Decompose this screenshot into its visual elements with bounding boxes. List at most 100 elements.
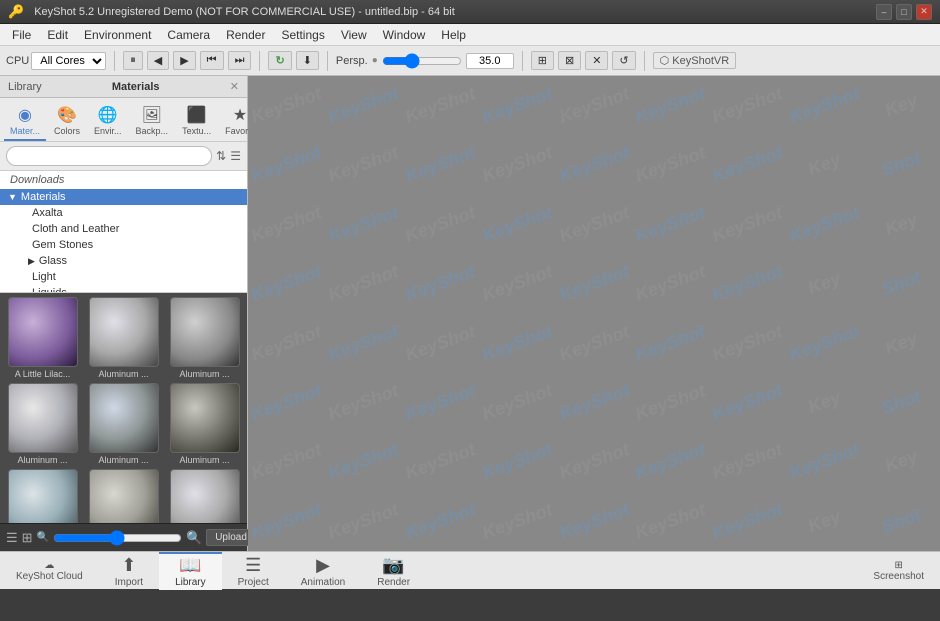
tab-import[interactable]: ⬆ Import (99, 552, 159, 590)
menu-window[interactable]: Window (375, 26, 434, 44)
tree-item-materials[interactable]: ▼ Materials (0, 189, 247, 205)
next-btn[interactable]: ▶ (173, 51, 195, 70)
render-mode-btn[interactable]: ⊞ (531, 51, 554, 70)
thumb-item-0[interactable]: A Little Lilac... (4, 297, 81, 379)
tab-materials[interactable]: ◉ Mater... (4, 102, 46, 141)
menu-help[interactable]: Help (433, 26, 474, 44)
tab-textures[interactable]: ⬛ Textu... (176, 102, 217, 141)
pause-btn[interactable]: ⏸ (123, 51, 143, 70)
expand-arrow: ▼ (8, 192, 17, 202)
wm-1: KeyShot (248, 76, 333, 147)
menu-environment[interactable]: Environment (76, 26, 159, 44)
thumb-item-7[interactable]: Aluminum ... (85, 469, 162, 523)
library-icon: 📖 (179, 555, 201, 576)
menu-bar: File Edit Environment Camera Render Sett… (0, 24, 940, 46)
window-title: KeyShot 5.2 Unregistered Demo (NOT FOR C… (34, 6, 455, 18)
panel-close-btn[interactable]: ✕ (230, 80, 239, 93)
cloud-icon: ☁ (44, 560, 54, 571)
render-refresh-btn[interactable]: ↻ (268, 51, 291, 70)
maximize-button[interactable]: □ (896, 4, 912, 20)
wm-11: KeyShot (317, 124, 410, 206)
thumb-item-8[interactable]: Aluminum ... (166, 469, 243, 523)
minimize-button[interactable]: – (876, 4, 892, 20)
textures-icon: ⬛ (187, 105, 207, 125)
menu-camera[interactable]: Camera (159, 26, 218, 44)
thumb-item-6[interactable]: Aluminum ... (4, 469, 81, 523)
wm-22: KeyShot (471, 183, 564, 265)
zoom-value-input[interactable]: 35.0 (466, 53, 514, 69)
tree-item-liquids[interactable]: Liquids (0, 285, 247, 293)
close-button[interactable]: ✕ (916, 4, 932, 20)
thumb-item-4[interactable]: Aluminum ... (85, 383, 162, 465)
tree-item-gem-stones[interactable]: Gem Stones (0, 237, 247, 253)
list-view-btn[interactable]: ☰ (6, 530, 18, 546)
wm-51: KeyShot (625, 362, 718, 444)
sync-btn[interactable]: ↺ (612, 51, 635, 70)
forward-btn[interactable]: ⏭ (228, 51, 252, 70)
wm-24: KeyShot (625, 183, 718, 265)
tab-colors[interactable]: 🎨 Colors (48, 102, 86, 141)
tab-backplates[interactable]: 🖼 Backp... (130, 102, 175, 141)
search-input[interactable] (6, 146, 212, 166)
thumb-label-3: Aluminum ... (17, 455, 67, 465)
prev-btn[interactable]: ◀ (147, 51, 169, 70)
tab-project[interactable]: ☰ Project (222, 552, 285, 590)
thumb-label-1: Aluminum ... (98, 369, 148, 379)
render-icon: 📷 (382, 555, 404, 576)
rotate-btn[interactable]: ✕ (585, 51, 608, 70)
keyshot-vr-btn[interactable]: ⬡ KeyShotVR (653, 52, 737, 69)
wm-61: KeyShot (701, 421, 794, 503)
tree-item-glass[interactable]: ▶ Glass (0, 253, 247, 269)
wm-23: KeyShot (548, 183, 641, 265)
wm-18: Shot (855, 124, 940, 206)
thumb-item-2[interactable]: Aluminum ... (166, 297, 243, 379)
thumb-grid: A Little Lilac... Aluminum ... Aluminum … (4, 297, 243, 523)
stereo-btn[interactable]: ⊠ (558, 51, 581, 70)
thumb-size-slider[interactable] (53, 530, 182, 546)
tree-item-light[interactable]: Light (0, 269, 247, 285)
render-stop-btn[interactable]: ⬇ (296, 51, 319, 70)
thumb-item-1[interactable]: Aluminum ... (85, 297, 162, 379)
rewind-btn[interactable]: ⏮ (200, 51, 224, 70)
tab-animation[interactable]: ▶ Animation (285, 552, 361, 590)
tree-item-axalta[interactable]: Axalta (0, 205, 247, 221)
wm-7: KeyShot (701, 76, 794, 147)
filter-btn[interactable]: ☰ (230, 149, 241, 163)
wm-72: Shot (855, 480, 940, 551)
tree-item-cloth-leather[interactable]: Cloth and Leather (0, 221, 247, 237)
menu-settings[interactable]: Settings (273, 26, 332, 44)
wm-64: KeyShot (248, 480, 333, 551)
wm-3: KeyShot (394, 76, 487, 147)
wm-58: KeyShot (471, 421, 564, 503)
zoom-slider[interactable] (382, 53, 462, 69)
thumb-img-1 (89, 297, 159, 367)
tab-backplates-label: Backp... (136, 126, 169, 136)
wm-10: KeyShot (248, 124, 333, 206)
tab-render[interactable]: 📷 Render (361, 552, 426, 590)
tab-library[interactable]: 📖 Library (159, 552, 222, 590)
wm-65: KeyShot (317, 480, 410, 551)
thumb-item-5[interactable]: Aluminum ... (166, 383, 243, 465)
tab-library-label: Library (175, 577, 206, 588)
wm-60: KeyShot (625, 421, 718, 503)
tree-label-materials: Materials (21, 191, 66, 203)
tab-keyshot-cloud[interactable]: ☁ KeyShot Cloud (0, 552, 99, 590)
toolbar: CPU All Cores ⏸ ◀ ▶ ⏮ ⏭ ↻ ⬇ Persp. ● 35.… (0, 46, 940, 76)
tree-label-axalta: Axalta (32, 207, 63, 219)
tab-environments[interactable]: 🌐 Envir... (88, 102, 128, 141)
menu-view[interactable]: View (333, 26, 375, 44)
sort-btn[interactable]: ⇅ (216, 149, 226, 163)
menu-render[interactable]: Render (218, 26, 273, 44)
wm-53: Key (778, 362, 871, 444)
wm-29: KeyShot (317, 243, 410, 325)
menu-edit[interactable]: Edit (39, 26, 76, 44)
cpu-cores-select[interactable]: All Cores (31, 52, 106, 70)
thumb-label-0: A Little Lilac... (15, 369, 71, 379)
wm-41: KeyShot (548, 302, 641, 384)
grid-view-btn[interactable]: ⊞ (22, 530, 33, 546)
viewport[interactable]: KeyShot KeyShot KeyShot KeyShot KeyShot … (248, 76, 940, 551)
tab-screenshot[interactable]: ⊞ Screenshot (857, 552, 940, 590)
thumb-img-4 (89, 383, 159, 453)
menu-file[interactable]: File (4, 26, 39, 44)
thumb-item-3[interactable]: Aluminum ... (4, 383, 81, 465)
